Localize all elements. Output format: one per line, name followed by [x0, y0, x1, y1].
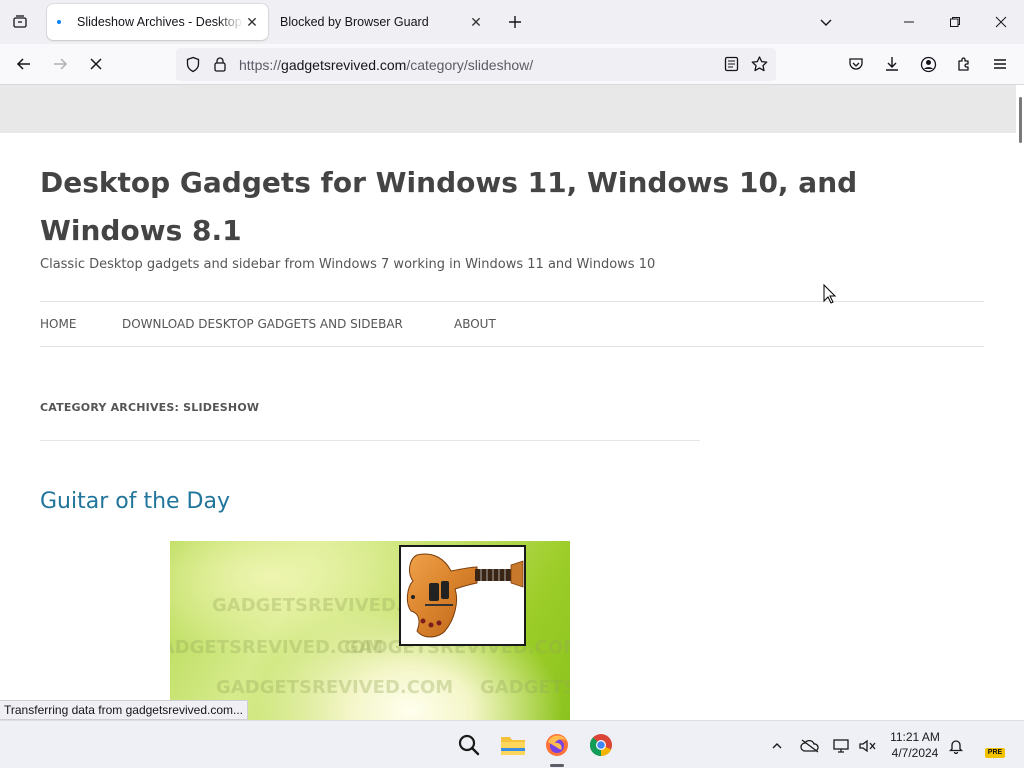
status-panel: Transferring data from gadgetsrevived.co… — [0, 700, 248, 720]
restore-icon[interactable] — [939, 6, 971, 38]
firefox-icon[interactable] — [540, 729, 574, 761]
url-bar[interactable]: https://gadgetsrevived.com/category/slid… — [176, 48, 776, 81]
tab-title: Blocked by Browser Guard — [280, 15, 429, 29]
divider — [40, 440, 700, 441]
menu-item-home[interactable]: HOME — [40, 317, 76, 331]
menu-icon[interactable] — [984, 48, 1016, 80]
post-title[interactable]: Guitar of the Day — [40, 489, 230, 514]
archive-title: CATEGORY ARCHIVES: SLIDESHOW — [40, 401, 260, 414]
page-top-band — [0, 85, 1016, 133]
tab-title: Slideshow Archives - Desktop G — [77, 15, 243, 29]
site-title[interactable]: Desktop Gadgets for Windows 11, Windows … — [40, 159, 980, 255]
shield-icon[interactable] — [185, 56, 201, 78]
mouse-cursor-icon — [823, 283, 837, 309]
preview-badge: PRE — [985, 748, 1005, 758]
loading-icon[interactable] — [80, 48, 112, 80]
tab-slideshow-archives[interactable]: Slideshow Archives - Desktop G ✕ — [47, 4, 268, 40]
list-all-tabs-icon[interactable] — [810, 6, 842, 38]
lock-icon[interactable] — [213, 56, 227, 77]
main-menu: HOME DOWNLOAD DESKTOP GADGETS AND SIDEBA… — [40, 301, 984, 347]
chevron-up-icon[interactable] — [766, 735, 788, 757]
chrome-icon[interactable] — [584, 729, 618, 761]
tab-list-icon[interactable] — [4, 6, 36, 38]
close-icon[interactable]: ✕ — [468, 14, 484, 30]
network-icon[interactable] — [831, 735, 853, 757]
minimize-icon[interactable] — [893, 6, 925, 38]
account-icon[interactable] — [912, 48, 944, 80]
watermark-text: GADGETSREVIVED.COM — [216, 677, 454, 698]
close-window-icon[interactable] — [985, 6, 1017, 38]
pocket-icon[interactable] — [840, 48, 872, 80]
guitar-thumbnail[interactable] — [399, 545, 526, 646]
page-viewport: Desktop Gadgets for Windows 11, Windows … — [0, 85, 1024, 720]
search-icon[interactable] — [452, 729, 486, 761]
bookmark-star-icon[interactable] — [751, 56, 768, 77]
download-icon[interactable] — [876, 48, 908, 80]
post-image[interactable]: GADGETSREVIVED.COM GADGETSREVIVED.COM GA… — [170, 541, 570, 720]
new-tab-icon[interactable] — [499, 6, 531, 38]
tab-blocked[interactable]: Blocked by Browser Guard ✕ — [270, 4, 492, 40]
menu-item-download[interactable]: DOWNLOAD DESKTOP GADGETS AND SIDEBAR — [122, 317, 403, 331]
reader-view-icon[interactable] — [724, 56, 739, 77]
menu-item-about[interactable]: ABOUT — [454, 317, 496, 331]
taskbar: 11:21 AM 4/7/2024 PRE — [0, 720, 1024, 768]
extensions-icon[interactable] — [948, 48, 980, 80]
active-app-indicator — [550, 764, 564, 767]
clock-date[interactable]: 4/7/2024 — [880, 746, 950, 760]
scrollbar-thumb[interactable] — [1019, 97, 1022, 143]
site-description: Classic Desktop gadgets and sidebar from… — [40, 257, 656, 272]
onedrive-icon[interactable] — [799, 735, 821, 757]
loading-dot-icon — [57, 20, 61, 24]
clock-time[interactable]: 11:21 AM — [880, 730, 950, 744]
volume-icon[interactable] — [857, 735, 879, 757]
scrollbar[interactable] — [1016, 85, 1024, 720]
watermark-text: GADGETSREVIVED.COM — [480, 677, 570, 698]
close-icon[interactable]: ✕ — [244, 14, 260, 30]
tab-strip: Slideshow Archives - Desktop G ✕ Blocked… — [0, 0, 1024, 44]
forward-icon[interactable] — [44, 48, 76, 80]
bell-icon[interactable] — [945, 735, 967, 757]
navigation-toolbar: https://gadgetsrevived.com/category/slid… — [0, 44, 1024, 85]
file-explorer-icon[interactable] — [496, 729, 530, 761]
url-text[interactable]: https://gadgetsrevived.com/category/slid… — [239, 57, 533, 73]
back-icon[interactable] — [8, 48, 40, 80]
